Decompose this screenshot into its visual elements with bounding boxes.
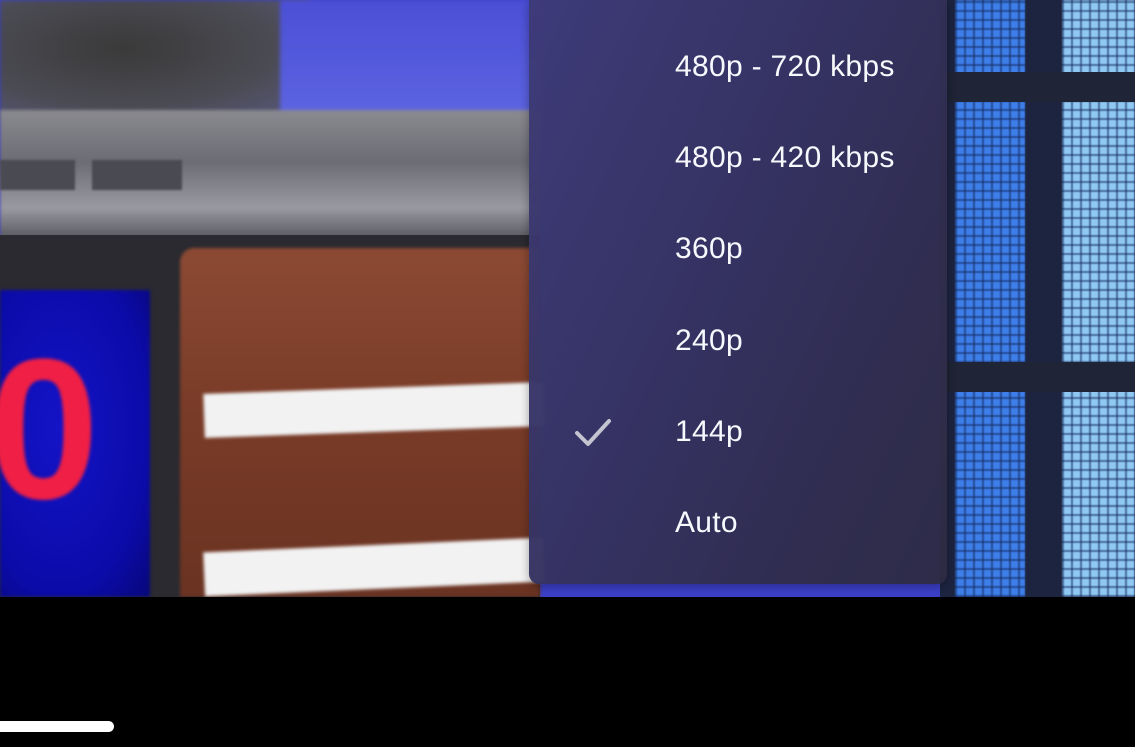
video-background-shape [940, 362, 1135, 392]
quality-option-auto[interactable]: Auto [529, 477, 947, 568]
score-digit: 0 [0, 318, 100, 541]
video-background-shape [940, 72, 1135, 102]
quality-option-144p[interactable]: 144p [529, 386, 947, 477]
video-background-shape [0, 160, 75, 190]
quality-option-label: 480p - 420 kbps [675, 141, 895, 174]
player-screen: 0 480p - 720 kbps 480p - 420 kbps 360p 2… [0, 0, 1135, 747]
quality-option-240p[interactable]: 240p [529, 295, 947, 386]
quality-option-label: 480p - 720 kbps [675, 50, 895, 83]
quality-option-label: 360p [675, 232, 743, 265]
checkmark-icon [575, 419, 611, 446]
quality-option-label: Auto [675, 506, 738, 539]
video-background-shape [0, 110, 540, 240]
quality-option-360p[interactable]: 360p [529, 203, 947, 294]
quality-option-480p-420kbps[interactable]: 480p - 420 kbps [529, 112, 947, 203]
quality-option-label: 240p [675, 324, 743, 357]
progress-bar[interactable] [0, 721, 114, 732]
player-control-bar [0, 597, 1135, 747]
quality-option-label: 144p [675, 415, 743, 448]
quality-option-480p-720kbps[interactable]: 480p - 720 kbps [529, 21, 947, 112]
video-background-shape [0, 0, 310, 120]
video-background-shape [92, 160, 182, 190]
quality-menu: 480p - 720 kbps 480p - 420 kbps 360p 240… [529, 0, 947, 584]
